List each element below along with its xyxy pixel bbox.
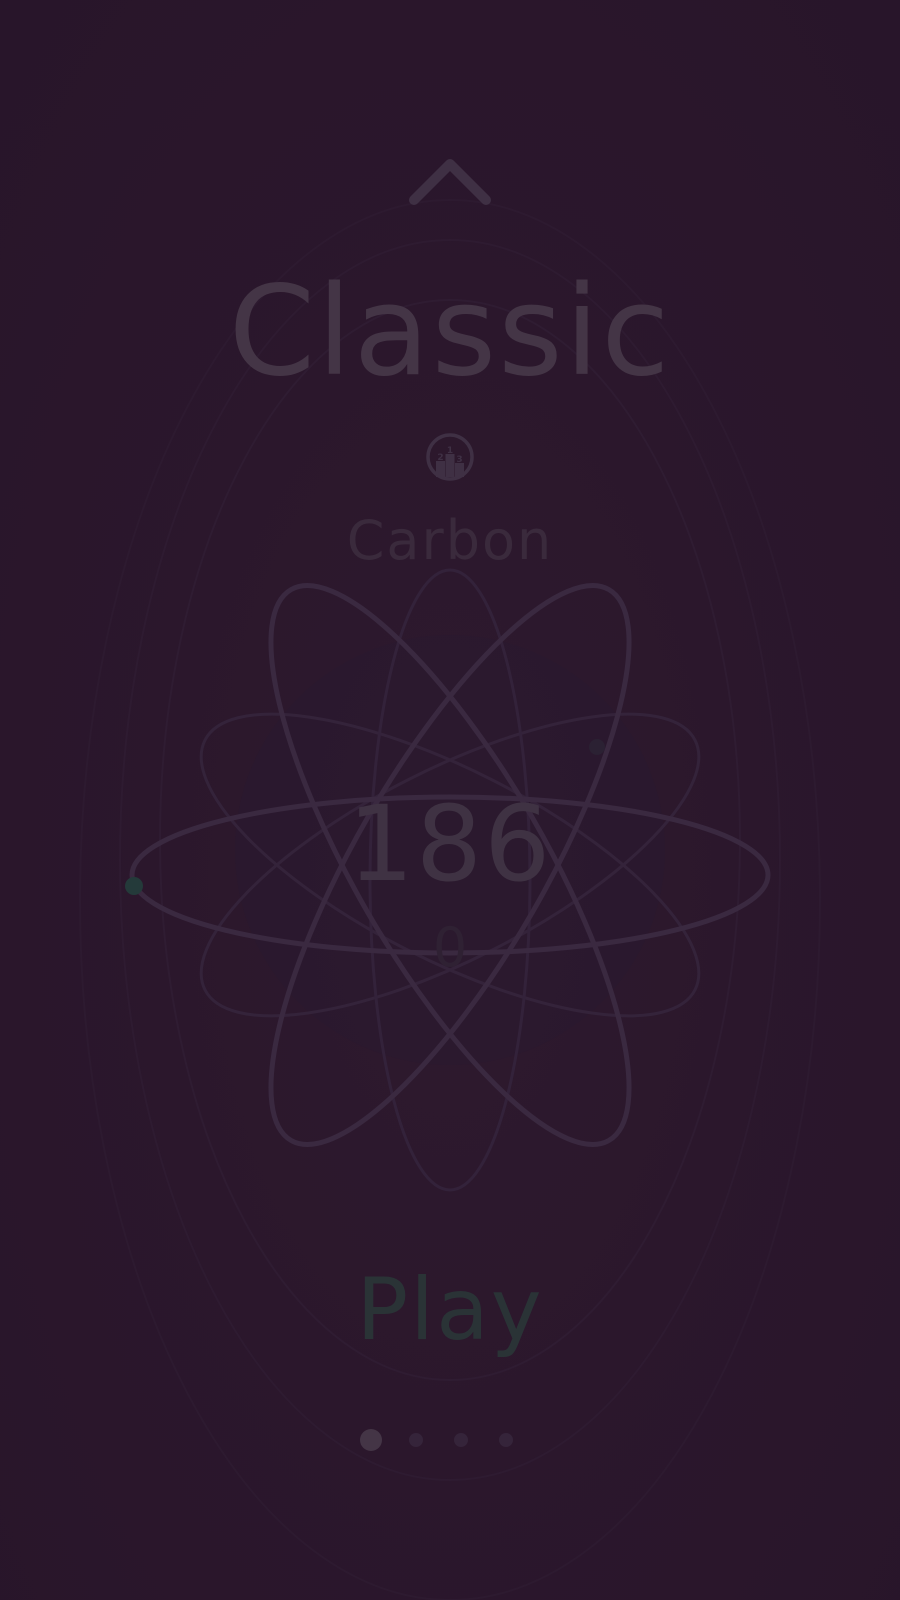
page-dot[interactable]	[409, 1433, 423, 1447]
score-sub-value: 0	[432, 916, 468, 979]
podium-label-second: 2	[437, 453, 443, 463]
electron-dot-faint	[589, 739, 605, 755]
chevron-up-icon[interactable]	[400, 150, 500, 220]
mode-title: Classic	[228, 260, 672, 404]
score-value: 186	[347, 783, 553, 905]
podium-label-first: 1	[447, 446, 453, 456]
leaderboard-podium-icon[interactable]: 2 1 3	[424, 431, 476, 483]
page-indicator	[360, 1426, 540, 1456]
play-button[interactable]: Play	[330, 1255, 570, 1365]
page-dot[interactable]	[454, 1433, 468, 1447]
podium-label-third: 3	[456, 455, 462, 465]
game-menu-screen: Classic 2 1 3 Carbon 186 0 Play	[0, 0, 900, 1600]
page-dot-active[interactable]	[360, 1429, 382, 1451]
page-dot[interactable]	[499, 1433, 513, 1447]
